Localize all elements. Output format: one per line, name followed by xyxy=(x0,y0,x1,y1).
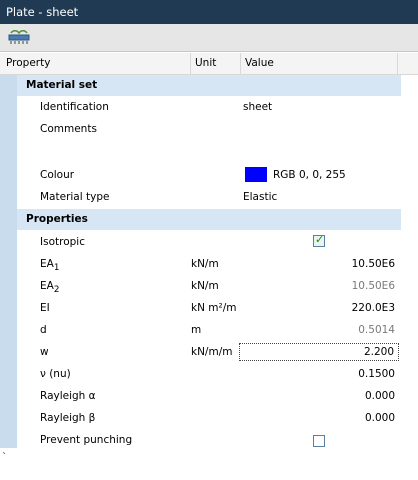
row-colour[interactable]: Colour RGB 0, 0, 255 xyxy=(17,164,401,186)
ei-value[interactable]: 220.0E3 xyxy=(352,297,395,319)
isotropic-label: Isotropic xyxy=(40,236,85,248)
ea2-unit: kN/m xyxy=(191,280,219,292)
colour-swatch[interactable] xyxy=(245,167,267,182)
column-unit[interactable]: Unit xyxy=(191,53,241,74)
comments-label: Comments xyxy=(40,123,97,135)
grid-margin xyxy=(0,75,17,448)
row-material-type[interactable]: Material type Elastic xyxy=(17,186,401,208)
nu-label: ν (nu) xyxy=(40,368,71,380)
column-property[interactable]: Property xyxy=(0,53,191,74)
identification-value[interactable]: sheet xyxy=(243,96,272,118)
checkmark-icon: ✓ xyxy=(315,233,325,246)
category-properties[interactable]: Properties xyxy=(17,209,401,230)
bottom-area: ` xyxy=(0,448,418,480)
d-value: 0.5014 xyxy=(358,324,395,336)
row-ea1[interactable]: EA1 kN/m 10.50E6 xyxy=(17,253,401,275)
material-type-value[interactable]: Elastic xyxy=(243,186,277,208)
w-input[interactable]: 2.200 xyxy=(239,343,399,361)
window-title: Plate - sheet xyxy=(0,0,418,24)
row-nu[interactable]: ν (nu) 0.1500 xyxy=(17,363,401,385)
plate-material-icon[interactable] xyxy=(8,29,30,45)
isotropic-checkbox[interactable]: ✓ xyxy=(313,233,325,247)
row-ea2[interactable]: EA2 kN/m 10.50E6 xyxy=(17,275,401,297)
rayleigh-alpha-label: Rayleigh α xyxy=(40,390,96,402)
category-material-set[interactable]: Material set xyxy=(17,75,401,96)
ei-label: EI xyxy=(40,302,50,314)
row-comments[interactable]: Comments xyxy=(17,118,401,162)
w-value: 2.200 xyxy=(363,346,394,358)
identification-label: Identification xyxy=(40,101,109,113)
prevent-punching-checkbox[interactable] xyxy=(313,435,325,447)
ea1-value[interactable]: 10.50E6 xyxy=(352,253,395,275)
row-ei[interactable]: EI kN m²/m 220.0E3 xyxy=(17,297,401,319)
w-unit: kN/m/m xyxy=(191,346,233,358)
row-isotropic[interactable]: Isotropic ✓ xyxy=(17,231,401,253)
row-rayleigh-beta[interactable]: Rayleigh β 0.000 xyxy=(17,407,401,429)
ei-unit: kN m²/m xyxy=(191,302,237,314)
grid-right-gutter xyxy=(401,75,418,448)
row-rayleigh-alpha[interactable]: Rayleigh α 0.000 xyxy=(17,385,401,407)
nu-value[interactable]: 0.1500 xyxy=(358,363,395,385)
backtick-mark: ` xyxy=(2,452,7,463)
d-label: d xyxy=(40,324,47,336)
colour-label: Colour xyxy=(40,169,75,181)
column-value[interactable]: Value xyxy=(241,53,398,74)
rayleigh-alpha-value[interactable]: 0.000 xyxy=(365,385,395,407)
toolbar xyxy=(0,24,418,52)
column-header: Property Unit Value xyxy=(0,53,418,75)
material-type-label: Material type xyxy=(40,191,110,203)
ea2-value: 10.50E6 xyxy=(351,280,395,292)
property-grid: Material set Identification sheet Commen… xyxy=(0,75,418,448)
row-w[interactable]: w kN/m/m 2.200 xyxy=(17,341,401,363)
d-unit: m xyxy=(191,324,202,336)
rayleigh-beta-value[interactable]: 0.000 xyxy=(365,407,395,429)
ea1-unit: kN/m xyxy=(191,258,219,270)
w-label: w xyxy=(40,346,49,358)
colour-value: RGB 0, 0, 255 xyxy=(273,169,346,181)
row-prevent-punching[interactable]: Prevent punching xyxy=(17,429,401,448)
row-identification[interactable]: Identification sheet xyxy=(17,96,401,118)
rayleigh-beta-label: Rayleigh β xyxy=(40,412,96,424)
row-d[interactable]: d m 0.5014 xyxy=(17,319,401,341)
column-spacer xyxy=(398,53,418,74)
